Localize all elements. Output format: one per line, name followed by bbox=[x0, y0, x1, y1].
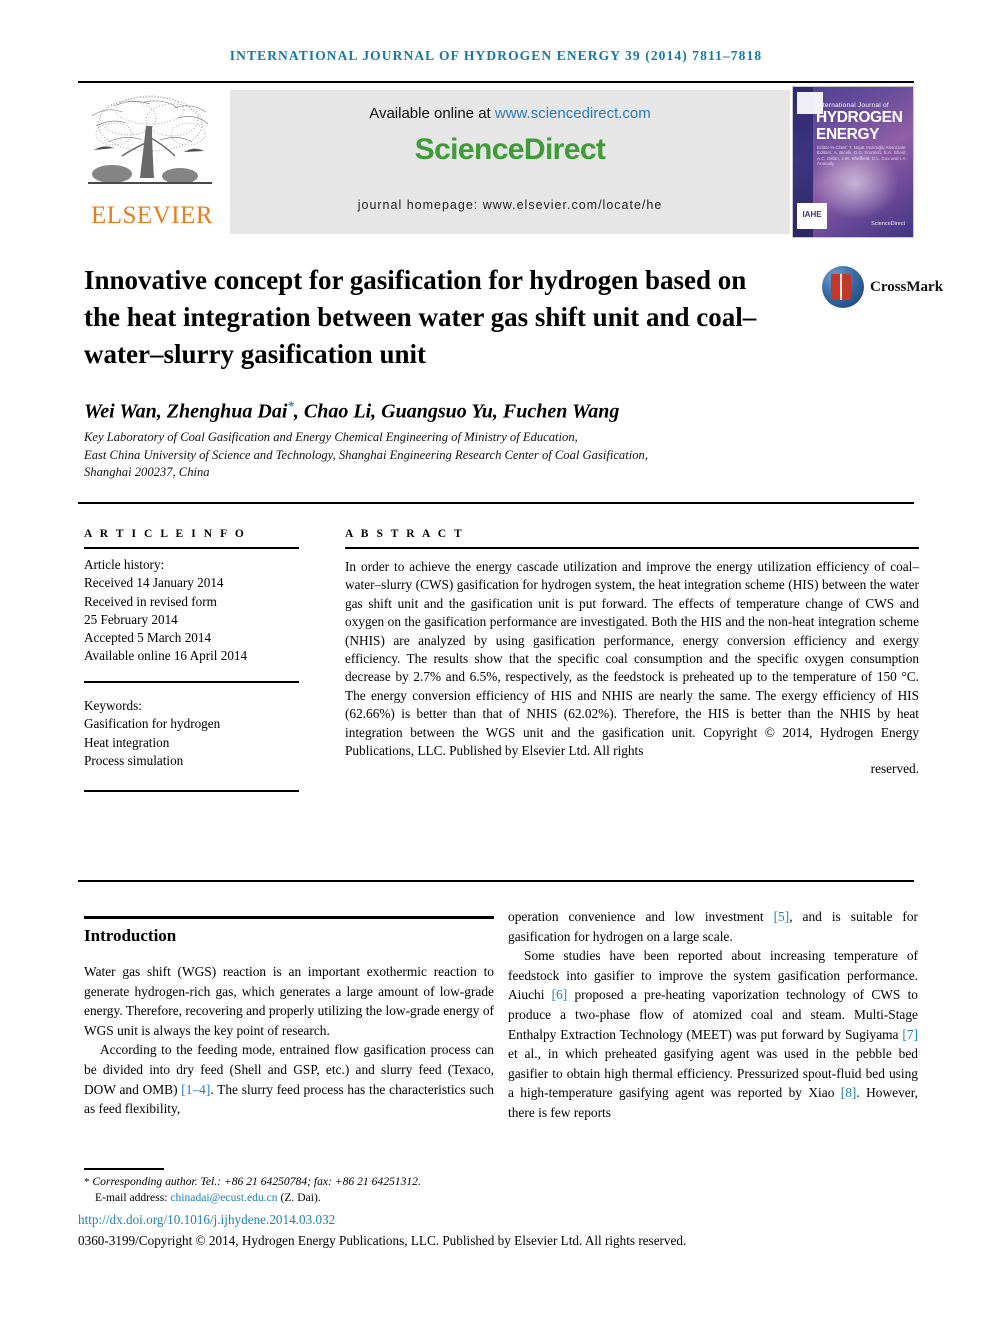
introduction-rule bbox=[84, 916, 494, 919]
history-item-1: Received in revised form bbox=[84, 593, 217, 609]
footnote-marker: * bbox=[84, 1176, 90, 1188]
sciencedirect-url-link[interactable]: www.sciencedirect.com bbox=[495, 105, 651, 122]
keyword-1: Heat integration bbox=[84, 734, 170, 750]
elsevier-logo[interactable]: ELSEVIER bbox=[78, 86, 226, 238]
cover-title-hydrogen: HYDROGEN bbox=[816, 109, 903, 126]
email-label: E-mail address: bbox=[95, 1191, 171, 1204]
right-paragraph-2-part-b: proposed a pre-heating vaporization tech… bbox=[508, 987, 918, 1042]
affiliation-line-3: Shanghai 200237, China bbox=[84, 465, 210, 479]
history-item-2: 25 February 2014 bbox=[84, 611, 178, 627]
keyword-2: Process simulation bbox=[84, 752, 184, 768]
sciencedirect-logo[interactable]: ScienceDirect bbox=[230, 133, 790, 167]
available-online-line: Available online at www.sciencedirect.co… bbox=[230, 105, 790, 122]
citation-link-6[interactable]: [6] bbox=[552, 987, 568, 1002]
keywords-divider-rule bbox=[84, 681, 299, 683]
affiliation-line-1: Key Laboratory of Coal Gasification and … bbox=[84, 430, 578, 444]
left-paragraph-1: Water gas shift (WGS) reaction is an imp… bbox=[84, 964, 494, 1038]
email-suffix: (Z. Dai). bbox=[277, 1191, 321, 1204]
header-rule bbox=[78, 81, 914, 83]
page-title: Innovative concept for gasification for … bbox=[84, 265, 757, 369]
elsevier-tree-icon bbox=[84, 90, 216, 202]
history-item-0: Received 14 January 2014 bbox=[84, 575, 224, 591]
author-names-first: Wei Wan, Zhenghua Dai bbox=[84, 400, 288, 423]
body-column-right: operation convenience and low investment… bbox=[508, 907, 918, 1123]
affiliation-line-2: East China University of Science and Tec… bbox=[84, 447, 648, 462]
right-paragraph-1: operation convenience and low investment… bbox=[508, 907, 918, 946]
citation-link-5[interactable]: [5] bbox=[774, 909, 790, 924]
keywords-block: Keywords: Gasification for hydrogen Heat… bbox=[84, 697, 299, 770]
keyword-0: Gasification for hydrogen bbox=[84, 716, 221, 732]
affiliation: Key Laboratory of Coal Gasification and … bbox=[84, 429, 784, 482]
right-paragraph-2: Some studies have been reported about in… bbox=[508, 946, 918, 1122]
keywords-bottom-rule bbox=[84, 790, 299, 792]
history-item-4: Available online 16 April 2014 bbox=[84, 648, 248, 664]
sciencedirect-wordmark: ScienceDirect bbox=[414, 133, 606, 166]
article-history: Article history: Received 14 January 201… bbox=[84, 556, 299, 666]
journal-cover-thumbnail[interactable]: International Journal of HYDROGEN ENERGY… bbox=[792, 86, 914, 238]
crossmark-badge[interactable]: CrossMark bbox=[822, 266, 943, 310]
cover-title-prefix: International Journal of bbox=[817, 102, 889, 109]
cover-society-logo bbox=[797, 203, 827, 229]
corresponding-author-note: Corresponding author. Tel.: +86 21 64250… bbox=[92, 1175, 421, 1188]
crossmark-label: CrossMark bbox=[870, 279, 944, 295]
article-info-label: A R T I C L E I N F O bbox=[84, 528, 247, 540]
running-head: INTERNATIONAL JOURNAL OF HYDROGEN ENERGY… bbox=[229, 48, 763, 63]
article-info-rule bbox=[84, 547, 299, 549]
citation-link-1-4[interactable]: [1–4] bbox=[181, 1082, 210, 1097]
footnote-block: * Corresponding author. Tel.: +86 21 642… bbox=[84, 1174, 504, 1206]
cover-editors: Editor-in-Chief: T. Nejat Veziroğlu Asso… bbox=[817, 145, 907, 167]
footnote-rule bbox=[84, 1168, 164, 1170]
author-names-rest: , Chao Li, Guangsuo Yu, Fuchen Wang bbox=[293, 400, 620, 423]
abstract-label: A B S T R A C T bbox=[345, 528, 465, 540]
panel-bottom-rule bbox=[78, 880, 914, 882]
crossmark-book-icon bbox=[831, 274, 851, 300]
abstract-rule bbox=[345, 547, 919, 549]
copyright-line: 0360-3199/Copyright © 2014, Hydrogen Ene… bbox=[78, 1233, 687, 1248]
elsevier-wordmark: ELSEVIER bbox=[90, 202, 214, 229]
sciencedirect-band: Available online at www.sciencedirect.co… bbox=[230, 90, 790, 234]
article-history-label: Article history: bbox=[84, 557, 165, 572]
right-paragraph-1-part-a: operation convenience and low investment bbox=[508, 909, 774, 924]
author-list: Wei Wan, Zhenghua Dai*, Chao Li, Guangsu… bbox=[84, 398, 784, 424]
masthead: ELSEVIER Available online at www.science… bbox=[78, 86, 914, 238]
abstract-copyright-last: reserved. bbox=[870, 761, 919, 777]
body-column-left: Water gas shift (WGS) reaction is an imp… bbox=[84, 962, 494, 1119]
doi-link[interactable]: http://dx.doi.org/10.1016/j.ijhydene.201… bbox=[78, 1212, 335, 1228]
citation-link-7[interactable]: [7] bbox=[902, 1027, 918, 1042]
panel-top-rule bbox=[78, 502, 914, 504]
email-link[interactable]: chinadai@ecust.edu.cn bbox=[170, 1191, 277, 1204]
abstract-text: In order to achieve the energy cascade u… bbox=[345, 558, 919, 779]
journal-homepage-line[interactable]: journal homepage: www.elsevier.com/locat… bbox=[230, 198, 790, 212]
cover-sciencedirect-mark: ScienceDirect bbox=[871, 221, 905, 227]
section-heading-introduction: Introduction bbox=[84, 926, 177, 945]
history-item-3: Accepted 5 March 2014 bbox=[84, 630, 212, 646]
crossmark-icon bbox=[822, 266, 864, 308]
left-paragraph-2: According to the feeding mode, entrained… bbox=[84, 1040, 494, 1118]
abstract-body: In order to achieve the energy cascade u… bbox=[345, 559, 919, 740]
cover-title-energy: ENERGY bbox=[816, 126, 880, 143]
article-first-page: INTERNATIONAL JOURNAL OF HYDROGEN ENERGY… bbox=[0, 0, 992, 1323]
available-online-text: Available online at bbox=[369, 105, 495, 122]
keywords-label: Keywords: bbox=[84, 698, 142, 713]
citation-link-8[interactable]: [8] bbox=[841, 1085, 857, 1100]
